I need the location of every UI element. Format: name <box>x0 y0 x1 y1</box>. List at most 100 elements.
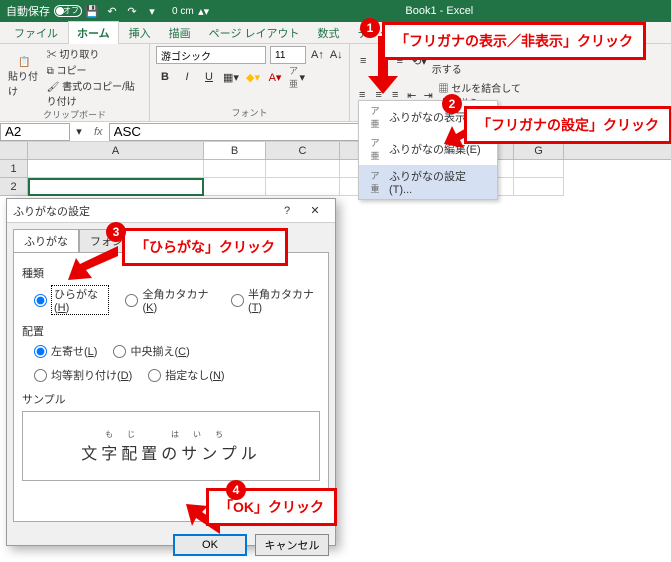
cell-a2[interactable] <box>28 178 204 196</box>
save-icon[interactable]: 💾 <box>82 1 102 21</box>
callout-2: 「フリガナの設定」クリック <box>464 106 671 144</box>
cell-c1[interactable] <box>266 160 340 178</box>
marker-4: 4 <box>226 480 246 500</box>
paste-button[interactable]: 📋 貼り付け <box>6 55 43 100</box>
tab-home[interactable]: ホーム <box>68 21 119 45</box>
size-stepper-icon[interactable]: ▴▾ <box>194 1 214 21</box>
cell-b1[interactable] <box>204 160 266 178</box>
align-radio-row1: 左寄せ(L) 中央揃え(C) <box>34 343 320 359</box>
dialog-close-icon[interactable]: ✕ <box>301 201 329 221</box>
font-color-button[interactable]: A▾ <box>266 68 284 86</box>
namebox-dropdown-icon[interactable]: ▾ <box>70 123 88 141</box>
tab-file[interactable]: ファイル <box>6 22 66 44</box>
format-painter-label: 書式のコピー/貼り付け <box>47 82 135 108</box>
font-size-select[interactable] <box>270 46 306 64</box>
cell-c2[interactable] <box>266 178 340 196</box>
radio-none[interactable]: 指定なし(N) <box>148 367 224 383</box>
radio-left-input[interactable] <box>34 345 47 358</box>
qat-more-icon[interactable]: ▾ <box>142 1 162 21</box>
radio-hankaku-input[interactable] <box>231 294 244 307</box>
radio-dist-input[interactable] <box>34 369 47 382</box>
group-font: A↑ A↓ B I U ▦▾ ◆▾ A▾ ア亜▾ フォント <box>150 44 350 121</box>
font-family-select[interactable] <box>156 46 266 64</box>
radio-hankaku[interactable]: 半角カタカナ(T) <box>231 285 320 315</box>
cell-a1[interactable] <box>28 160 204 178</box>
phonetic-show-icon: ア亜 <box>367 104 383 130</box>
bold-button[interactable]: B <box>156 68 174 86</box>
dialog-title: ふりがなの設定 <box>13 203 90 219</box>
column-headers: A B C D E F G <box>0 142 671 160</box>
shape-size: 0 cm <box>172 6 194 17</box>
tab-formulas[interactable]: 数式 <box>310 22 348 44</box>
increase-font-icon[interactable]: A↑ <box>310 46 325 64</box>
col-header-a[interactable]: A <box>28 142 204 159</box>
redo-icon[interactable]: ↷ <box>122 1 142 21</box>
radio-hiragana-input[interactable] <box>34 294 47 307</box>
col-header-b[interactable]: B <box>204 142 266 159</box>
cell-g2[interactable] <box>514 178 564 196</box>
radio-left[interactable]: 左寄せ(L) <box>34 343 97 359</box>
marker-2: 2 <box>442 94 462 114</box>
copy-label: コピー <box>57 66 87 77</box>
radio-none-input[interactable] <box>148 369 161 382</box>
copy-button[interactable]: ⧉ コピー <box>47 62 143 77</box>
document-title: Book1 - Excel <box>214 5 665 17</box>
menu-phonetic-settings[interactable]: ア重ふりがなの設定(T)... <box>359 165 497 199</box>
radio-center[interactable]: 中央揃え(C) <box>113 343 189 359</box>
border-button[interactable]: ▦▾ <box>222 68 240 86</box>
col-header-c[interactable]: C <box>266 142 340 159</box>
fill-color-button[interactable]: ◆▾ <box>244 68 262 86</box>
radio-center-input[interactable] <box>113 345 126 358</box>
select-all-corner[interactable] <box>0 142 28 159</box>
italic-button[interactable]: I <box>178 68 196 86</box>
autosave-toggle[interactable]: 自動保存 オフ <box>6 3 82 19</box>
phonetic-edit-icon: ア亜 <box>367 136 383 162</box>
align-radio-row2: 均等割り付け(D) 指定なし(N) <box>34 367 320 383</box>
group-clipboard-label: クリップボード <box>6 108 143 121</box>
callout-1: 「フリガナの表示／非表示」クリック <box>382 22 646 60</box>
radio-dist[interactable]: 均等割り付け(D) <box>34 367 132 383</box>
row-header-1[interactable]: 1 <box>0 160 28 178</box>
section-align-label: 配置 <box>22 323 320 339</box>
section-sample-label: サンプル <box>22 391 320 407</box>
callout-4: 「OK」クリック <box>206 488 337 526</box>
dialog-titlebar: ふりがなの設定 ? ✕ <box>7 199 335 223</box>
phonetic-button[interactable]: ア亜▾ <box>288 68 306 86</box>
sample-ruby: もじ はいち <box>105 429 237 440</box>
sheet-row-1: 1 <box>0 160 671 178</box>
callout-3: 「ひらがな」クリック <box>122 228 288 266</box>
marker-1: 1 <box>360 18 380 38</box>
cancel-button[interactable]: キャンセル <box>255 534 329 556</box>
menu-phonetic-settings-label: ふりがなの設定(T)... <box>389 168 489 196</box>
autosave-label: 自動保存 <box>6 3 50 19</box>
arrow-3-icon <box>62 246 122 289</box>
cell-g1[interactable] <box>514 160 564 178</box>
phonetic-settings-icon: ア重 <box>367 169 383 195</box>
paste-icon: 📋 <box>18 57 30 68</box>
group-clipboard: 📋 貼り付け ✂ 切り取り ⧉ コピー 🖌 書式のコピー/貼り付け クリップボー… <box>0 44 150 121</box>
row-header-2[interactable]: 2 <box>0 178 28 196</box>
undo-icon[interactable]: ↶ <box>102 1 122 21</box>
cut-button[interactable]: ✂ 切り取り <box>47 46 143 61</box>
tab-pagelayout[interactable]: ページ レイアウト <box>201 22 308 44</box>
radio-zenkaku-input[interactable] <box>125 294 138 307</box>
sheet-row-2: 2 <box>0 178 671 196</box>
underline-button[interactable]: U <box>200 68 218 86</box>
format-painter-button[interactable]: 🖌 書式のコピー/貼り付け <box>47 78 143 108</box>
dialog-buttons: OK キャンセル <box>7 528 335 562</box>
cell-b2[interactable] <box>204 178 266 196</box>
radio-hiragana[interactable]: ひらがな(H) <box>34 285 109 315</box>
tab-insert[interactable]: 挿入 <box>121 22 159 44</box>
dialog-body: 種類 ひらがな(H) 全角カタカナ(K) 半角カタカナ(T) 配置 左寄せ(L)… <box>13 252 329 522</box>
sample-text: 文字配置のサンプル <box>81 440 261 464</box>
type-radio-row: ひらがな(H) 全角カタカナ(K) 半角カタカナ(T) <box>34 285 320 315</box>
toggle-off-icon: オフ <box>54 5 82 17</box>
group-font-label: フォント <box>156 106 343 119</box>
name-box[interactable] <box>0 123 70 141</box>
fx-label[interactable]: fx <box>88 126 109 138</box>
col-header-g[interactable]: G <box>514 142 564 159</box>
decrease-font-icon[interactable]: A↓ <box>329 46 344 64</box>
dialog-help-icon[interactable]: ? <box>273 201 301 221</box>
tab-draw[interactable]: 描画 <box>161 22 199 44</box>
radio-zenkaku[interactable]: 全角カタカナ(K) <box>125 285 215 315</box>
